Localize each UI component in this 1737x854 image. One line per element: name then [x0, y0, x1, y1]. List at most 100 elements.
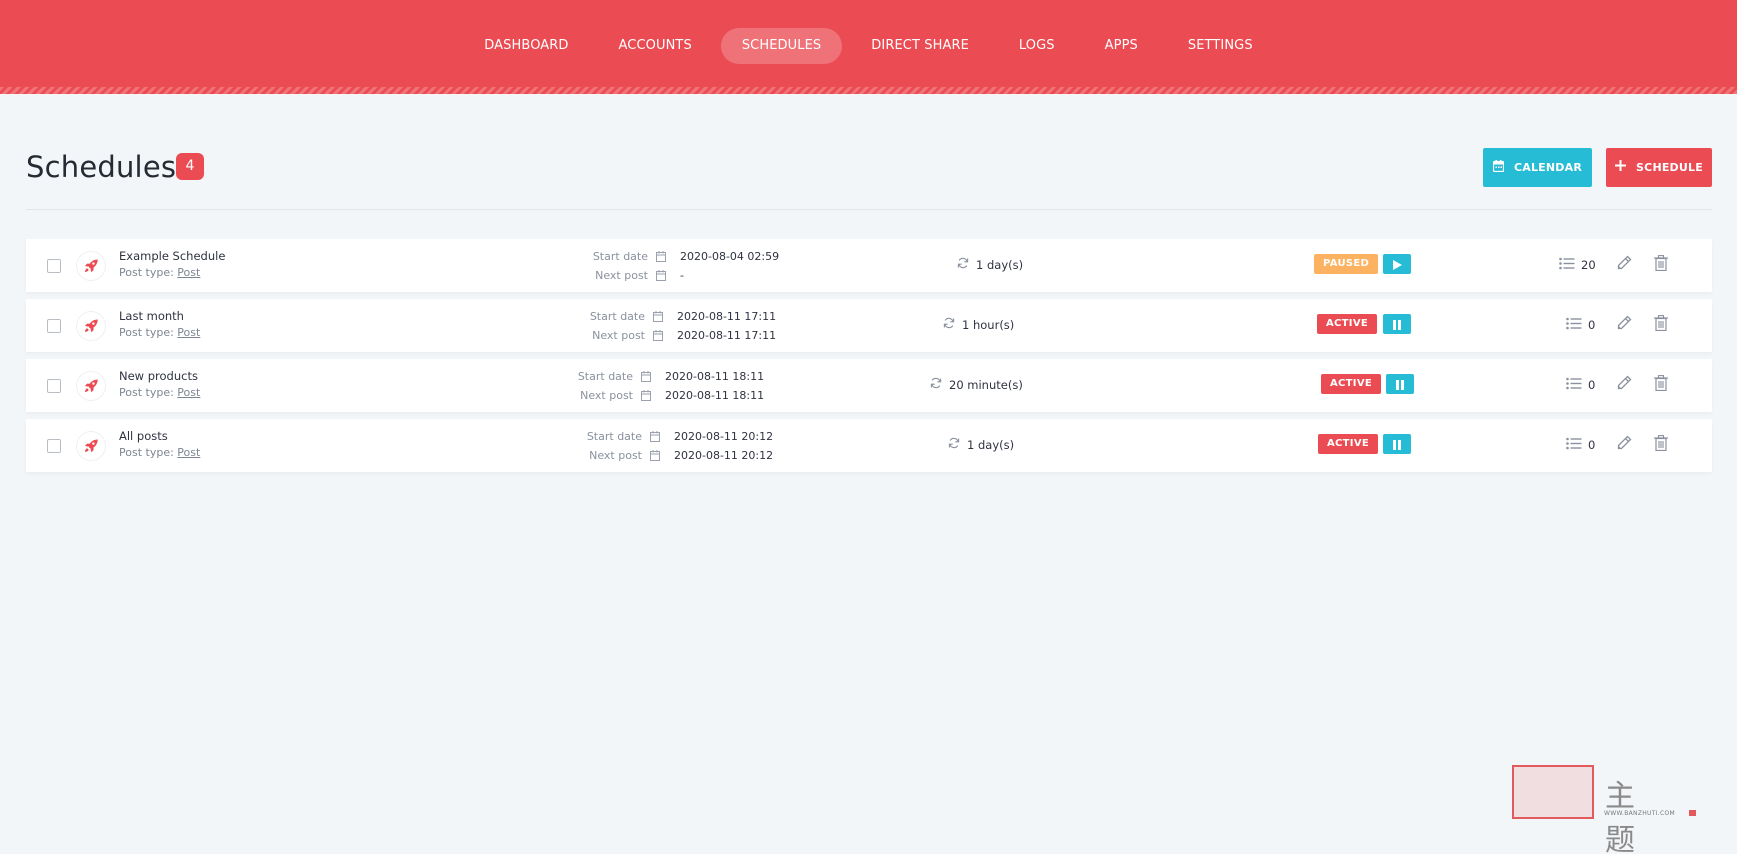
status-badge: ACTIVE	[1318, 434, 1378, 454]
add-schedule-button-label: SCHEDULE	[1636, 161, 1703, 174]
schedule-row: Last month Post type: Post Start date 202…	[26, 299, 1712, 352]
interval-value: 20 minute(s)	[949, 377, 1023, 392]
calendar-icon	[641, 371, 655, 382]
list-icon	[1559, 257, 1575, 273]
post-type-link[interactable]: Post	[177, 446, 200, 459]
post-type-label: Post type:	[119, 266, 174, 279]
pencil-icon[interactable]	[1616, 255, 1632, 275]
trash-icon[interactable]	[1654, 255, 1668, 275]
watermark-url: WWW.BANZHUTI.COM	[1604, 810, 1675, 817]
list-icon	[1566, 317, 1582, 333]
interval-value: 1 hour(s)	[962, 317, 1015, 332]
schedule-name: Example Schedule	[119, 249, 226, 263]
pause-icon	[1393, 435, 1401, 454]
posts-count: 0	[1566, 377, 1595, 393]
row-checkbox[interactable]	[47, 439, 61, 453]
status-badge: ACTIVE	[1321, 374, 1381, 394]
pause-button[interactable]	[1383, 314, 1411, 334]
post-type: Post type: Post	[119, 446, 200, 459]
top-navigation-bar: DASHBOARD ACCOUNTS SCHEDULES DIRECT SHAR…	[0, 0, 1737, 94]
post-type-label: Post type:	[119, 386, 174, 399]
posts-count-value: 0	[1588, 378, 1596, 392]
watermark-seal	[1512, 765, 1594, 819]
posts-count-value: 20	[1581, 258, 1596, 272]
post-type-link[interactable]: Post	[177, 266, 200, 279]
rocket-icon	[76, 431, 106, 461]
calendar-icon	[650, 450, 664, 461]
plus-icon	[1615, 160, 1627, 175]
row-checkbox[interactable]	[47, 319, 61, 333]
watermark-logo: 主题 WWW.BANZHUTI.COM	[1512, 765, 1696, 854]
nav-item-dashboard[interactable]: DASHBOARD	[463, 28, 589, 64]
pause-icon	[1393, 315, 1401, 334]
rocket-icon	[76, 251, 106, 281]
rocket-icon	[76, 371, 106, 401]
next-post-value: -	[680, 269, 684, 282]
nav-item-direct-share[interactable]: DIRECT SHARE	[850, 28, 990, 64]
pencil-icon[interactable]	[1616, 375, 1632, 395]
schedule-dates: Start date 2020-08-11 20:12 Next post 2020…	[580, 427, 773, 465]
start-date-label: Start date	[592, 250, 648, 263]
refresh-icon	[930, 377, 942, 392]
interval-value: 1 day(s)	[967, 437, 1015, 452]
calendar-icon	[650, 431, 664, 442]
schedule-row: New products Post type: Post Start date 2…	[26, 359, 1712, 412]
refresh-icon	[943, 317, 955, 332]
calendar-icon	[653, 311, 667, 322]
post-type-link[interactable]: Post	[177, 386, 200, 399]
pencil-icon[interactable]	[1616, 315, 1632, 335]
calendar-button-label: CALENDAR	[1513, 161, 1583, 174]
trash-icon[interactable]	[1654, 375, 1668, 395]
row-checkbox[interactable]	[47, 259, 61, 273]
pause-button[interactable]	[1386, 374, 1414, 394]
nav-item-settings[interactable]: SETTINGS	[1167, 28, 1274, 64]
status-badge: ACTIVE	[1317, 314, 1377, 334]
pencil-icon[interactable]	[1616, 435, 1632, 455]
list-icon	[1566, 437, 1582, 453]
interval-value: 1 day(s)	[976, 257, 1024, 272]
next-post-value: 2020-08-11 18:11	[665, 389, 765, 402]
refresh-icon	[948, 437, 960, 452]
nav-item-apps[interactable]: APPS	[1084, 28, 1159, 64]
post-type-label: Post type:	[119, 446, 174, 459]
refresh-icon	[957, 257, 969, 272]
start-date-value: 2020-08-04 02:59	[680, 250, 780, 263]
post-type: Post type: Post	[119, 266, 200, 279]
start-date-value: 2020-08-11 20:12	[674, 430, 774, 443]
post-type-label: Post type:	[119, 326, 174, 339]
main-nav: DASHBOARD ACCOUNTS SCHEDULES DIRECT SHAR…	[0, 28, 1737, 64]
schedule-list: Example Schedule Post type: Post Start d…	[26, 239, 1712, 479]
schedule-name: New products	[119, 369, 198, 383]
next-post-label: Next post	[595, 269, 648, 282]
next-post-label: Next post	[580, 389, 633, 402]
posts-count-value: 0	[1588, 438, 1596, 452]
calendar-button[interactable]: CALENDAR	[1483, 148, 1592, 187]
nav-item-logs[interactable]: LOGS	[998, 28, 1076, 64]
add-schedule-button[interactable]: SCHEDULE	[1606, 148, 1712, 187]
pause-button[interactable]	[1383, 434, 1411, 454]
posts-count: 0	[1566, 317, 1595, 333]
schedule-row: All posts Post type: Post Start date 2020…	[26, 419, 1712, 472]
row-checkbox[interactable]	[47, 379, 61, 393]
page-header: Schedules 4 CALENDAR SCHEDULE	[26, 146, 1712, 210]
schedule-dates: Start date 2020-08-04 02:59 Next post -	[586, 247, 779, 285]
interval: 1 hour(s)	[943, 317, 1014, 332]
schedule-name: Last month	[119, 309, 184, 323]
calendar-icon	[1492, 159, 1505, 176]
start-date-label: Start date	[586, 430, 642, 443]
trash-icon[interactable]	[1654, 315, 1668, 335]
resume-button[interactable]	[1383, 254, 1411, 274]
nav-item-schedules[interactable]: SCHEDULES	[720, 28, 843, 64]
schedule-dates: Start date 2020-08-11 17:11 Next post 2020…	[583, 307, 776, 345]
start-date-label: Start date	[589, 310, 645, 323]
calendar-icon	[656, 270, 670, 281]
play-icon	[1392, 255, 1402, 274]
trash-icon[interactable]	[1654, 435, 1668, 455]
interval: 20 minute(s)	[930, 377, 1023, 392]
calendar-icon	[656, 251, 670, 262]
calendar-icon	[641, 390, 655, 401]
next-post-value: 2020-08-11 20:12	[674, 449, 774, 462]
calendar-icon	[653, 330, 667, 341]
post-type-link[interactable]: Post	[177, 326, 200, 339]
nav-item-accounts[interactable]: ACCOUNTS	[598, 28, 713, 64]
